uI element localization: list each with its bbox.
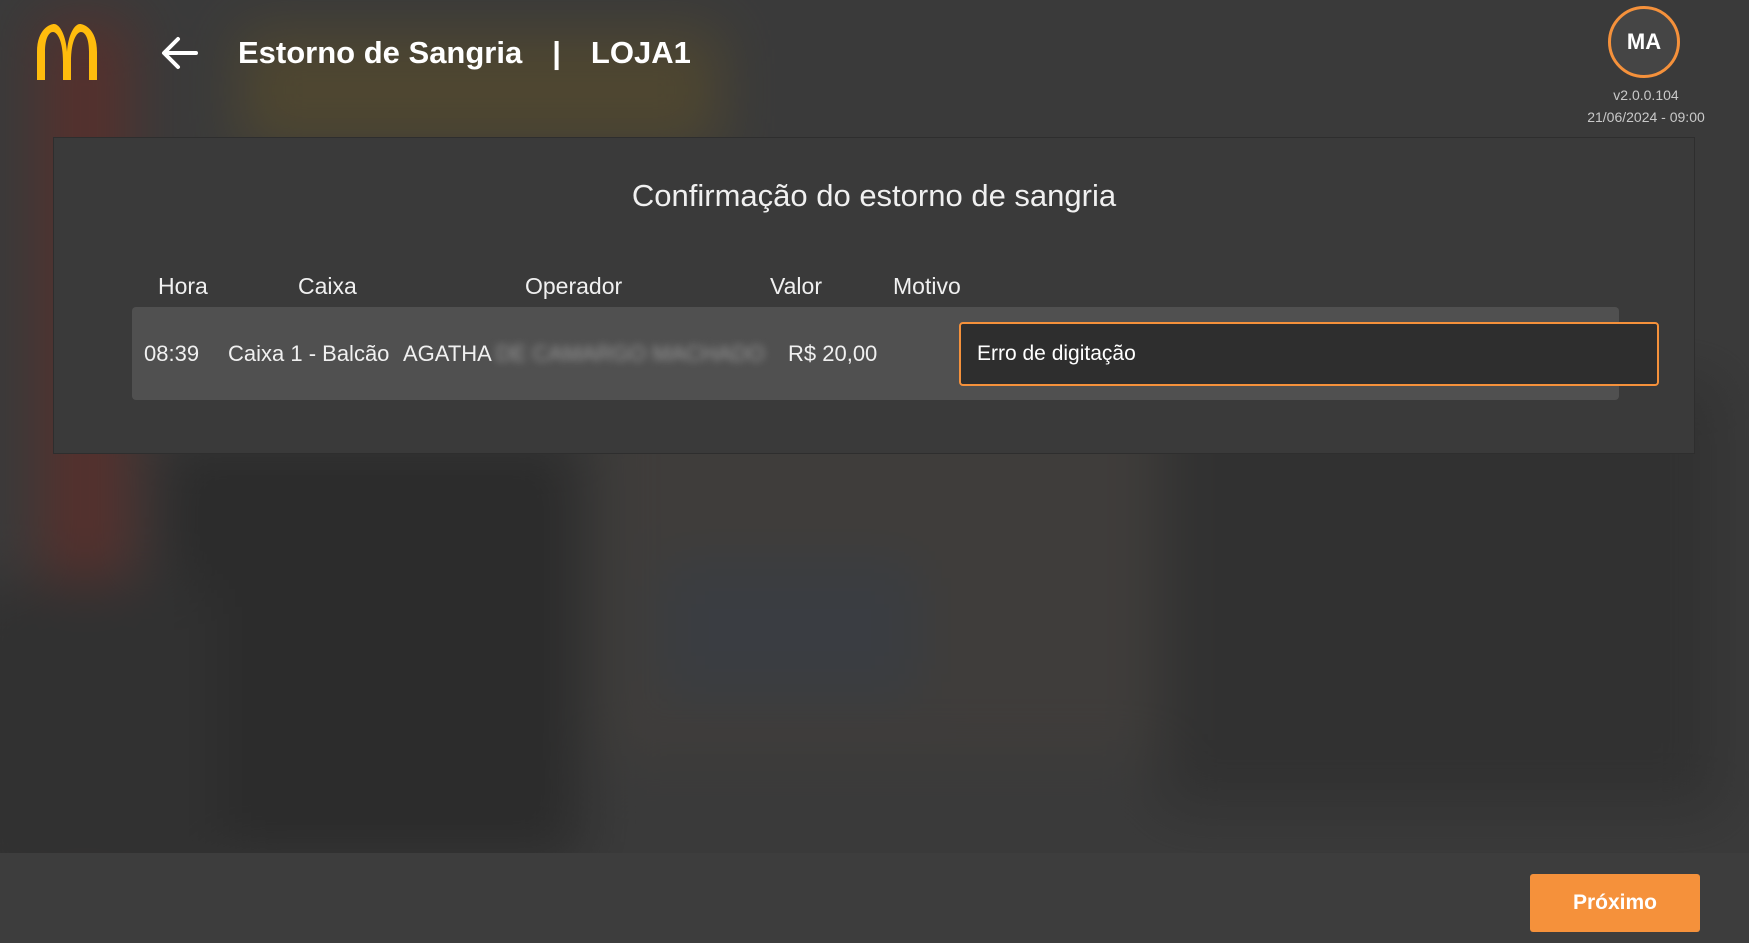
column-header-operador: Operador [525, 273, 623, 299]
store-name: LOJA1 [590, 35, 691, 70]
title-separator: | [552, 35, 561, 70]
cell-hora: 08:39 [144, 340, 200, 366]
motivo-input[interactable] [959, 322, 1659, 386]
back-button[interactable] [156, 30, 204, 76]
arrow-left-icon [162, 37, 198, 69]
user-avatar[interactable]: MA [1608, 6, 1680, 78]
current-datetime: 21/06/2024 - 09:00 [1587, 109, 1705, 125]
cell-valor: R$ 20,00 [788, 340, 878, 366]
column-header-valor: Valor [770, 273, 822, 299]
page-title: Estorno de Sangria | LOJA1 [238, 30, 691, 76]
bottom-bar: Próximo [0, 853, 1749, 943]
column-header-motivo: Motivo [893, 273, 961, 299]
table-row: 08:39 Caixa 1 - Balcão AGATHA DE CAMARGO… [132, 307, 1659, 400]
panel-title: Confirmação do estorno de sangria [631, 178, 1117, 213]
cell-caixa: Caixa 1 - Balcão [228, 340, 390, 366]
confirmation-panel: Confirmação do estorno de sangria Hora C… [53, 137, 1695, 454]
mcdonalds-arches-icon [37, 24, 97, 80]
operador-surname-redacted: DE CAMARGO MACHADO [495, 340, 765, 366]
app-screen: Estorno de Sangria | LOJA1 MA v2.0.0.104… [0, 0, 1749, 943]
next-button[interactable]: Próximo [1530, 874, 1700, 932]
cell-operador: AGATHA DE CAMARGO MACHADO [403, 307, 765, 400]
app-version: v2.0.0.104 [1613, 87, 1679, 103]
page-title-text: Estorno de Sangria [238, 35, 523, 70]
operador-name: AGATHA [403, 340, 492, 366]
top-bar: Estorno de Sangria | LOJA1 MA v2.0.0.104… [0, 0, 1749, 125]
column-header-hora: Hora [158, 273, 208, 299]
column-header-caixa: Caixa [298, 273, 357, 299]
